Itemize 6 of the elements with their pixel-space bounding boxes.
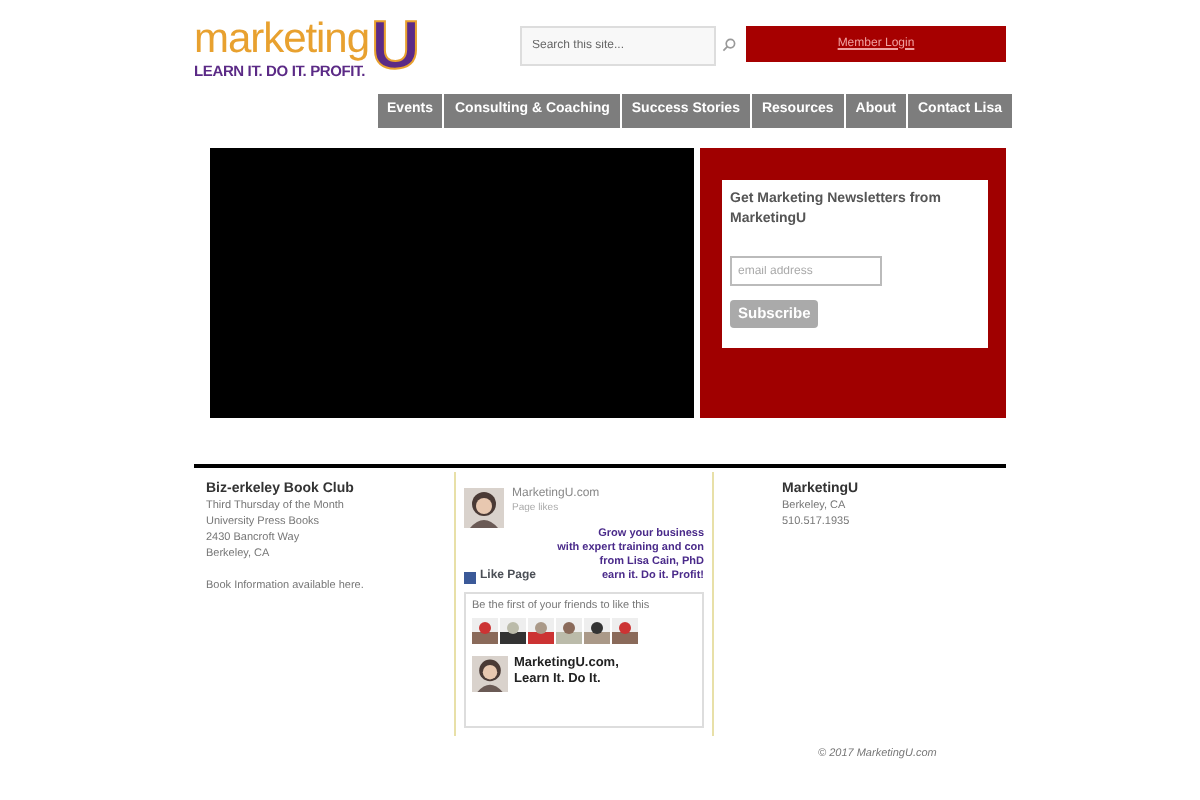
search-icon[interactable] [722, 38, 736, 52]
logo-wordmark: marketing [194, 16, 369, 62]
avatar-icon [472, 656, 508, 692]
avatar-icon [464, 488, 504, 528]
facebook-icon [464, 571, 476, 583]
logo-letter: U [370, 10, 421, 82]
